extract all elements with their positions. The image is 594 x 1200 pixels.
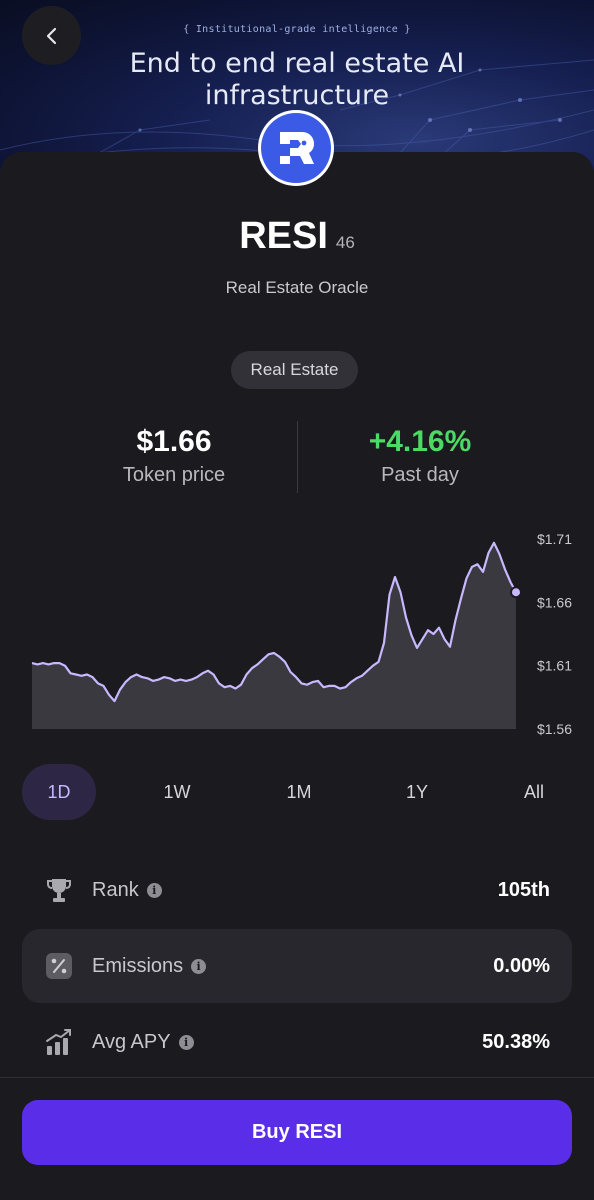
y-tick-label: $1.61 <box>537 658 572 674</box>
token-name: RESI <box>239 215 328 257</box>
trophy-icon <box>44 875 74 905</box>
metric-row-rank: Rank i 105th <box>22 853 572 927</box>
metric-row-avg-apy: Avg APY i 50.38% <box>22 1005 572 1079</box>
info-icon[interactable]: i <box>146 882 162 898</box>
token-logo <box>258 110 334 186</box>
token-netuid: 46 <box>335 232 355 252</box>
chevron-left-icon <box>46 27 56 44</box>
info-icon[interactable]: i <box>178 1034 194 1050</box>
range-1m-button[interactable]: 1M <box>262 764 336 820</box>
range-all-button[interactable]: All <box>497 764 571 820</box>
rank-label-text: Rank <box>92 878 139 901</box>
past-day-label: Past day <box>381 464 459 486</box>
range-1y-button[interactable]: 1Y <box>380 764 454 820</box>
y-tick-label: $1.56 <box>537 721 572 737</box>
bar-chart-growth-icon <box>44 1027 74 1057</box>
hero-title-line-1: End to end real estate AI <box>129 48 465 79</box>
token-name-row: RESI 46 <box>0 215 594 258</box>
range-1d-button[interactable]: 1D <box>22 764 96 820</box>
metric-value-rank: 105th <box>497 878 550 901</box>
metric-row-emissions: Emissions i 0.00% <box>22 929 572 1003</box>
token-subtitle: Real Estate Oracle <box>225 278 369 297</box>
metric-value-emissions: 0.00% <box>493 954 550 977</box>
metric-label-rank: Rank i <box>92 879 162 902</box>
percent-icon <box>44 951 74 981</box>
metric-label-emissions: Emissions i <box>92 954 207 978</box>
y-tick-label: $1.66 <box>537 594 572 610</box>
info-icon[interactable]: i <box>191 958 207 974</box>
resi-logo-icon <box>280 132 314 164</box>
time-range-selector: 1D 1W 1M 1Y All <box>0 764 594 820</box>
current-price-dot <box>510 586 522 599</box>
metric-value-avg-apy: 50.38% <box>482 1030 550 1053</box>
past-day-stat: +4.16% Past day <box>272 424 568 487</box>
price-chart[interactable]: $1.71 $1.66 $1.61 $1.56 <box>0 525 594 745</box>
hero-tagline: { Institutional-grade intelligence } <box>183 24 411 35</box>
past-day-change-value: +4.16% <box>368 425 472 458</box>
hero-title-line-2: infrastructure <box>204 80 390 111</box>
emissions-label-text: Emissions <box>92 954 184 977</box>
buy-token-button[interactable]: Buy RESI <box>22 1100 572 1165</box>
hero-title: End to end real estate AI infrastructure <box>0 48 594 112</box>
bottom-action-bar: Buy RESI <box>0 1077 594 1200</box>
avg-apy-label-text: Avg APY <box>92 1030 171 1053</box>
metric-label-avg-apy: Avg APY i <box>92 1031 194 1054</box>
y-tick-label: $1.71 <box>537 531 572 547</box>
back-button[interactable] <box>22 6 81 65</box>
category-tag[interactable]: Real Estate <box>231 351 358 389</box>
range-1w-button[interactable]: 1W <box>140 764 214 820</box>
